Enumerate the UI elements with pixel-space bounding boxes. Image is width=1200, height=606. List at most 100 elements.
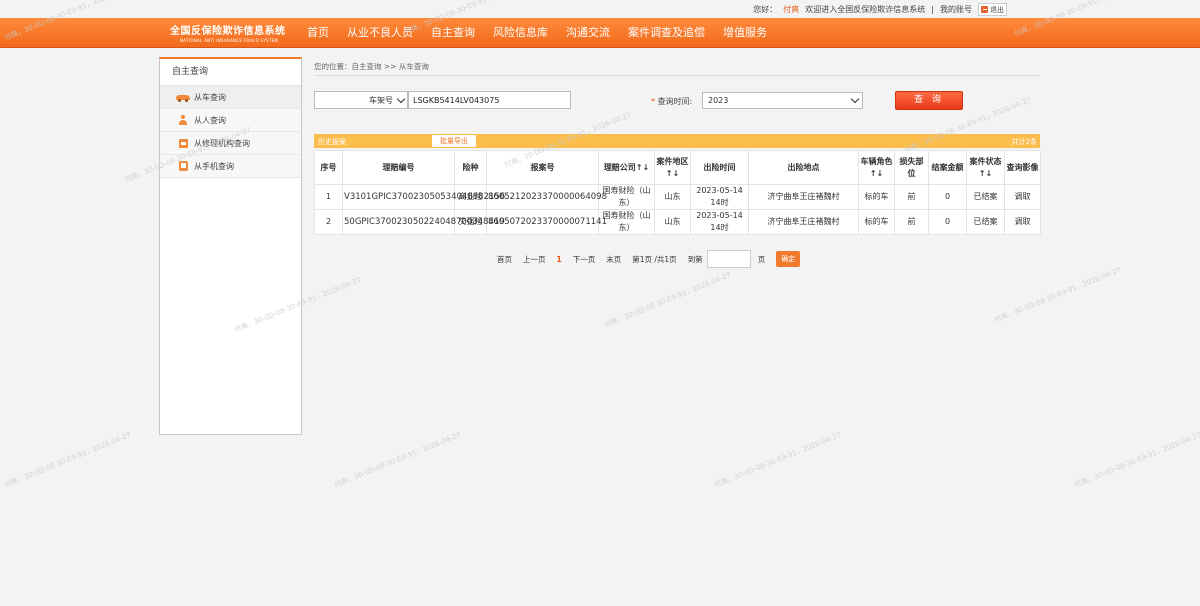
watermark: 付爽，30-0D-08-30-E9-91，2026-04-27 bbox=[603, 270, 733, 330]
page-info: 第1页 /共1页 bbox=[632, 254, 677, 264]
top-strip: 您好： 付爽 欢迎进入全国反保险欺诈信息系统 | 我的账号 退出 bbox=[0, 0, 1200, 18]
watermark: 付爽，30-0D-08-30-E9-91，2026-04-27 bbox=[993, 265, 1123, 325]
cell-accident-place: 济宁曲阜王庄褚魏村 bbox=[748, 184, 859, 210]
next-page-link[interactable]: 下一页 bbox=[573, 254, 596, 265]
col-header-case-region[interactable]: 案件地区↑↓ bbox=[654, 150, 691, 185]
cell-case-region: 山东 bbox=[654, 184, 691, 210]
watermark: 付爽，30-0D-08-30-E9-91，2026-04-27 bbox=[1073, 430, 1200, 490]
cell-report-no: 8605212023370000064098 bbox=[486, 184, 607, 210]
batch-export-button[interactable]: 批量导出 bbox=[432, 135, 476, 147]
greeting: 您好： bbox=[753, 5, 778, 14]
results-table: 序号 理赔编号 险种 报案号 理赔公司↑↓ 案件地区↑↓ 出险时间 出险地点 车… bbox=[314, 150, 1041, 235]
col-header-index: 序号 bbox=[314, 150, 343, 185]
car-icon bbox=[176, 92, 190, 102]
cell-damage-part: 前 bbox=[894, 209, 929, 235]
person-icon bbox=[176, 115, 190, 125]
nav-risk-database[interactable]: 风险信息库 bbox=[484, 18, 557, 47]
sidebar-item-vehicle-query[interactable]: 从车查询 bbox=[160, 86, 301, 109]
current-page[interactable]: 1 bbox=[557, 255, 562, 264]
sidebar-item-person-query[interactable]: 从人查询 bbox=[160, 109, 301, 132]
cell-vehicle-role: 标的车 bbox=[858, 184, 895, 210]
cell-settle-amount: 0 bbox=[928, 184, 967, 210]
cell-claim-no: 50GPIC370023050224048700348419 bbox=[342, 209, 505, 235]
user-info: 您好： 付爽 欢迎进入全国反保险欺诈信息系统 | 我的账号 退出 bbox=[753, 3, 1007, 16]
cell-case-status: 已结案 bbox=[966, 209, 1005, 235]
chevron-down-icon bbox=[396, 94, 406, 103]
nav-value-added[interactable]: 增值服务 bbox=[714, 18, 776, 47]
separator: | bbox=[931, 5, 934, 14]
logo: 全国反保险欺诈信息系统 NATIONAL ANTI INSURANCE FRAU… bbox=[170, 22, 286, 44]
last-page-link[interactable]: 末页 bbox=[606, 254, 621, 265]
table-row: 2 50GPIC370023050224048700348419 交强险 860… bbox=[314, 209, 1041, 235]
logout-button[interactable]: 退出 bbox=[978, 3, 1007, 16]
col-header-case-status[interactable]: 案件状态↑↓ bbox=[966, 150, 1005, 185]
first-page-link[interactable]: 首页 bbox=[497, 254, 512, 265]
logo-title: 全国反保险欺诈信息系统 bbox=[170, 26, 286, 37]
chevron-down-icon bbox=[850, 94, 860, 104]
my-account-link[interactable]: 我的账号 bbox=[940, 4, 972, 15]
goto-label: 到第 bbox=[687, 254, 703, 264]
username: 付爽 bbox=[783, 5, 800, 14]
cell-report-no: 8605072023370000071141 bbox=[486, 209, 607, 235]
col-header-accident-time: 出险时间 bbox=[690, 150, 749, 185]
nav-self-query[interactable]: 自主查询 bbox=[422, 18, 484, 47]
cell-accident-time: 2023-05-14 14时 bbox=[690, 209, 749, 235]
prev-page-link[interactable]: 上一页 bbox=[523, 254, 546, 265]
year-select[interactable]: 2023 bbox=[702, 92, 863, 109]
sidebar-item-label: 从手机查询 bbox=[194, 161, 234, 171]
nav-bad-practitioners[interactable]: 从业不良人员 bbox=[338, 18, 422, 47]
sidebar-item-label: 从人查询 bbox=[194, 115, 226, 125]
sidebar-item-phone-query[interactable]: 从手机查询 bbox=[160, 155, 301, 178]
col-header-vehicle-role[interactable]: 车辆角色↑↓ bbox=[858, 150, 895, 185]
col-header-insurance-type: 险种 bbox=[454, 150, 487, 185]
col-header-claim-no: 理赔编号 bbox=[342, 150, 455, 185]
logo-subtitle: NATIONAL ANTI INSURANCE FRAUD SYSTEM bbox=[180, 38, 279, 43]
pagination: 首页 上一页 1 下一页 末页 第1页 /共1页 到第 页 确定 bbox=[497, 249, 801, 269]
confirm-button[interactable]: 确定 bbox=[776, 251, 801, 267]
phone-icon bbox=[176, 161, 190, 171]
nav-communication[interactable]: 沟通交流 bbox=[557, 18, 619, 47]
image-fetch-link[interactable]: 调取 bbox=[1004, 184, 1041, 210]
cell-claim-no: V3101GPIC370023050534048882156 bbox=[342, 184, 505, 210]
main-nav: 首页 从业不良人员 自主查询 风险信息库 沟通交流 案件调查及追偿 增值服务 bbox=[298, 18, 776, 47]
field-type-select[interactable]: 车架号 bbox=[314, 91, 408, 109]
total-count: 共计2条 bbox=[1011, 138, 1037, 146]
shop-icon bbox=[176, 138, 190, 148]
col-header-damage-part: 损失部位 bbox=[894, 150, 929, 185]
cell-vehicle-role: 标的车 bbox=[858, 209, 895, 235]
history-label: 历史报案 bbox=[318, 138, 346, 146]
logout-label: 退出 bbox=[990, 5, 1004, 14]
image-fetch-link[interactable]: 调取 bbox=[1004, 209, 1041, 235]
cell-case-status: 已结案 bbox=[966, 184, 1005, 210]
sidebar-item-label: 从车查询 bbox=[194, 92, 226, 102]
cell-damage-part: 前 bbox=[894, 184, 929, 210]
nav-home[interactable]: 首页 bbox=[298, 18, 338, 47]
table-row: 1 V3101GPIC370023050534048882156 商业险 860… bbox=[314, 184, 1041, 210]
breadcrumb: 您的位置：自主查询 >> 从车查询 bbox=[314, 62, 429, 71]
cell-accident-place: 济宁曲阜王庄褚魏村 bbox=[748, 209, 859, 235]
cell-insurance-type: 交强险 bbox=[454, 209, 487, 235]
cell-accident-time: 2023-05-14 14时 bbox=[690, 184, 749, 210]
col-header-settle-amount: 结案金额 bbox=[928, 150, 967, 185]
query-time-text: 查询时间: bbox=[657, 97, 693, 106]
col-header-claim-company[interactable]: 理赔公司↑↓ bbox=[598, 150, 655, 185]
goto-page-input[interactable] bbox=[706, 250, 751, 268]
col-header-image-query: 查询影像 bbox=[1004, 150, 1041, 185]
table-header-row: 序号 理赔编号 险种 报案号 理赔公司↑↓ 案件地区↑↓ 出险时间 出险地点 车… bbox=[314, 150, 1041, 185]
sidebar-item-repair-shop-query[interactable]: 从修理机构查询 bbox=[160, 132, 301, 155]
year-value: 2023 bbox=[708, 96, 729, 105]
vin-input[interactable] bbox=[408, 91, 571, 109]
cell-index: 1 bbox=[314, 184, 343, 210]
sidebar-item-label: 从修理机构查询 bbox=[194, 138, 250, 148]
logout-icon bbox=[981, 6, 988, 13]
query-button[interactable]: 查 询 bbox=[895, 91, 963, 110]
cell-settle-amount: 0 bbox=[928, 209, 967, 235]
welcome-text: 欢迎进入全国反保险欺诈信息系统 bbox=[805, 5, 926, 14]
page-suffix: 页 bbox=[757, 254, 766, 264]
header-navbar: 全国反保险欺诈信息系统 NATIONAL ANTI INSURANCE FRAU… bbox=[0, 18, 1200, 48]
cell-insurance-type: 商业险 bbox=[454, 184, 487, 210]
watermark: 付爽，30-0D-08-30-E9-91，2026-04-27 bbox=[3, 430, 133, 490]
results-bar: 历史报案 批量导出 共计2条 bbox=[314, 134, 1040, 148]
nav-case-investigation[interactable]: 案件调查及追偿 bbox=[619, 18, 714, 47]
cell-case-region: 山东 bbox=[654, 209, 691, 235]
